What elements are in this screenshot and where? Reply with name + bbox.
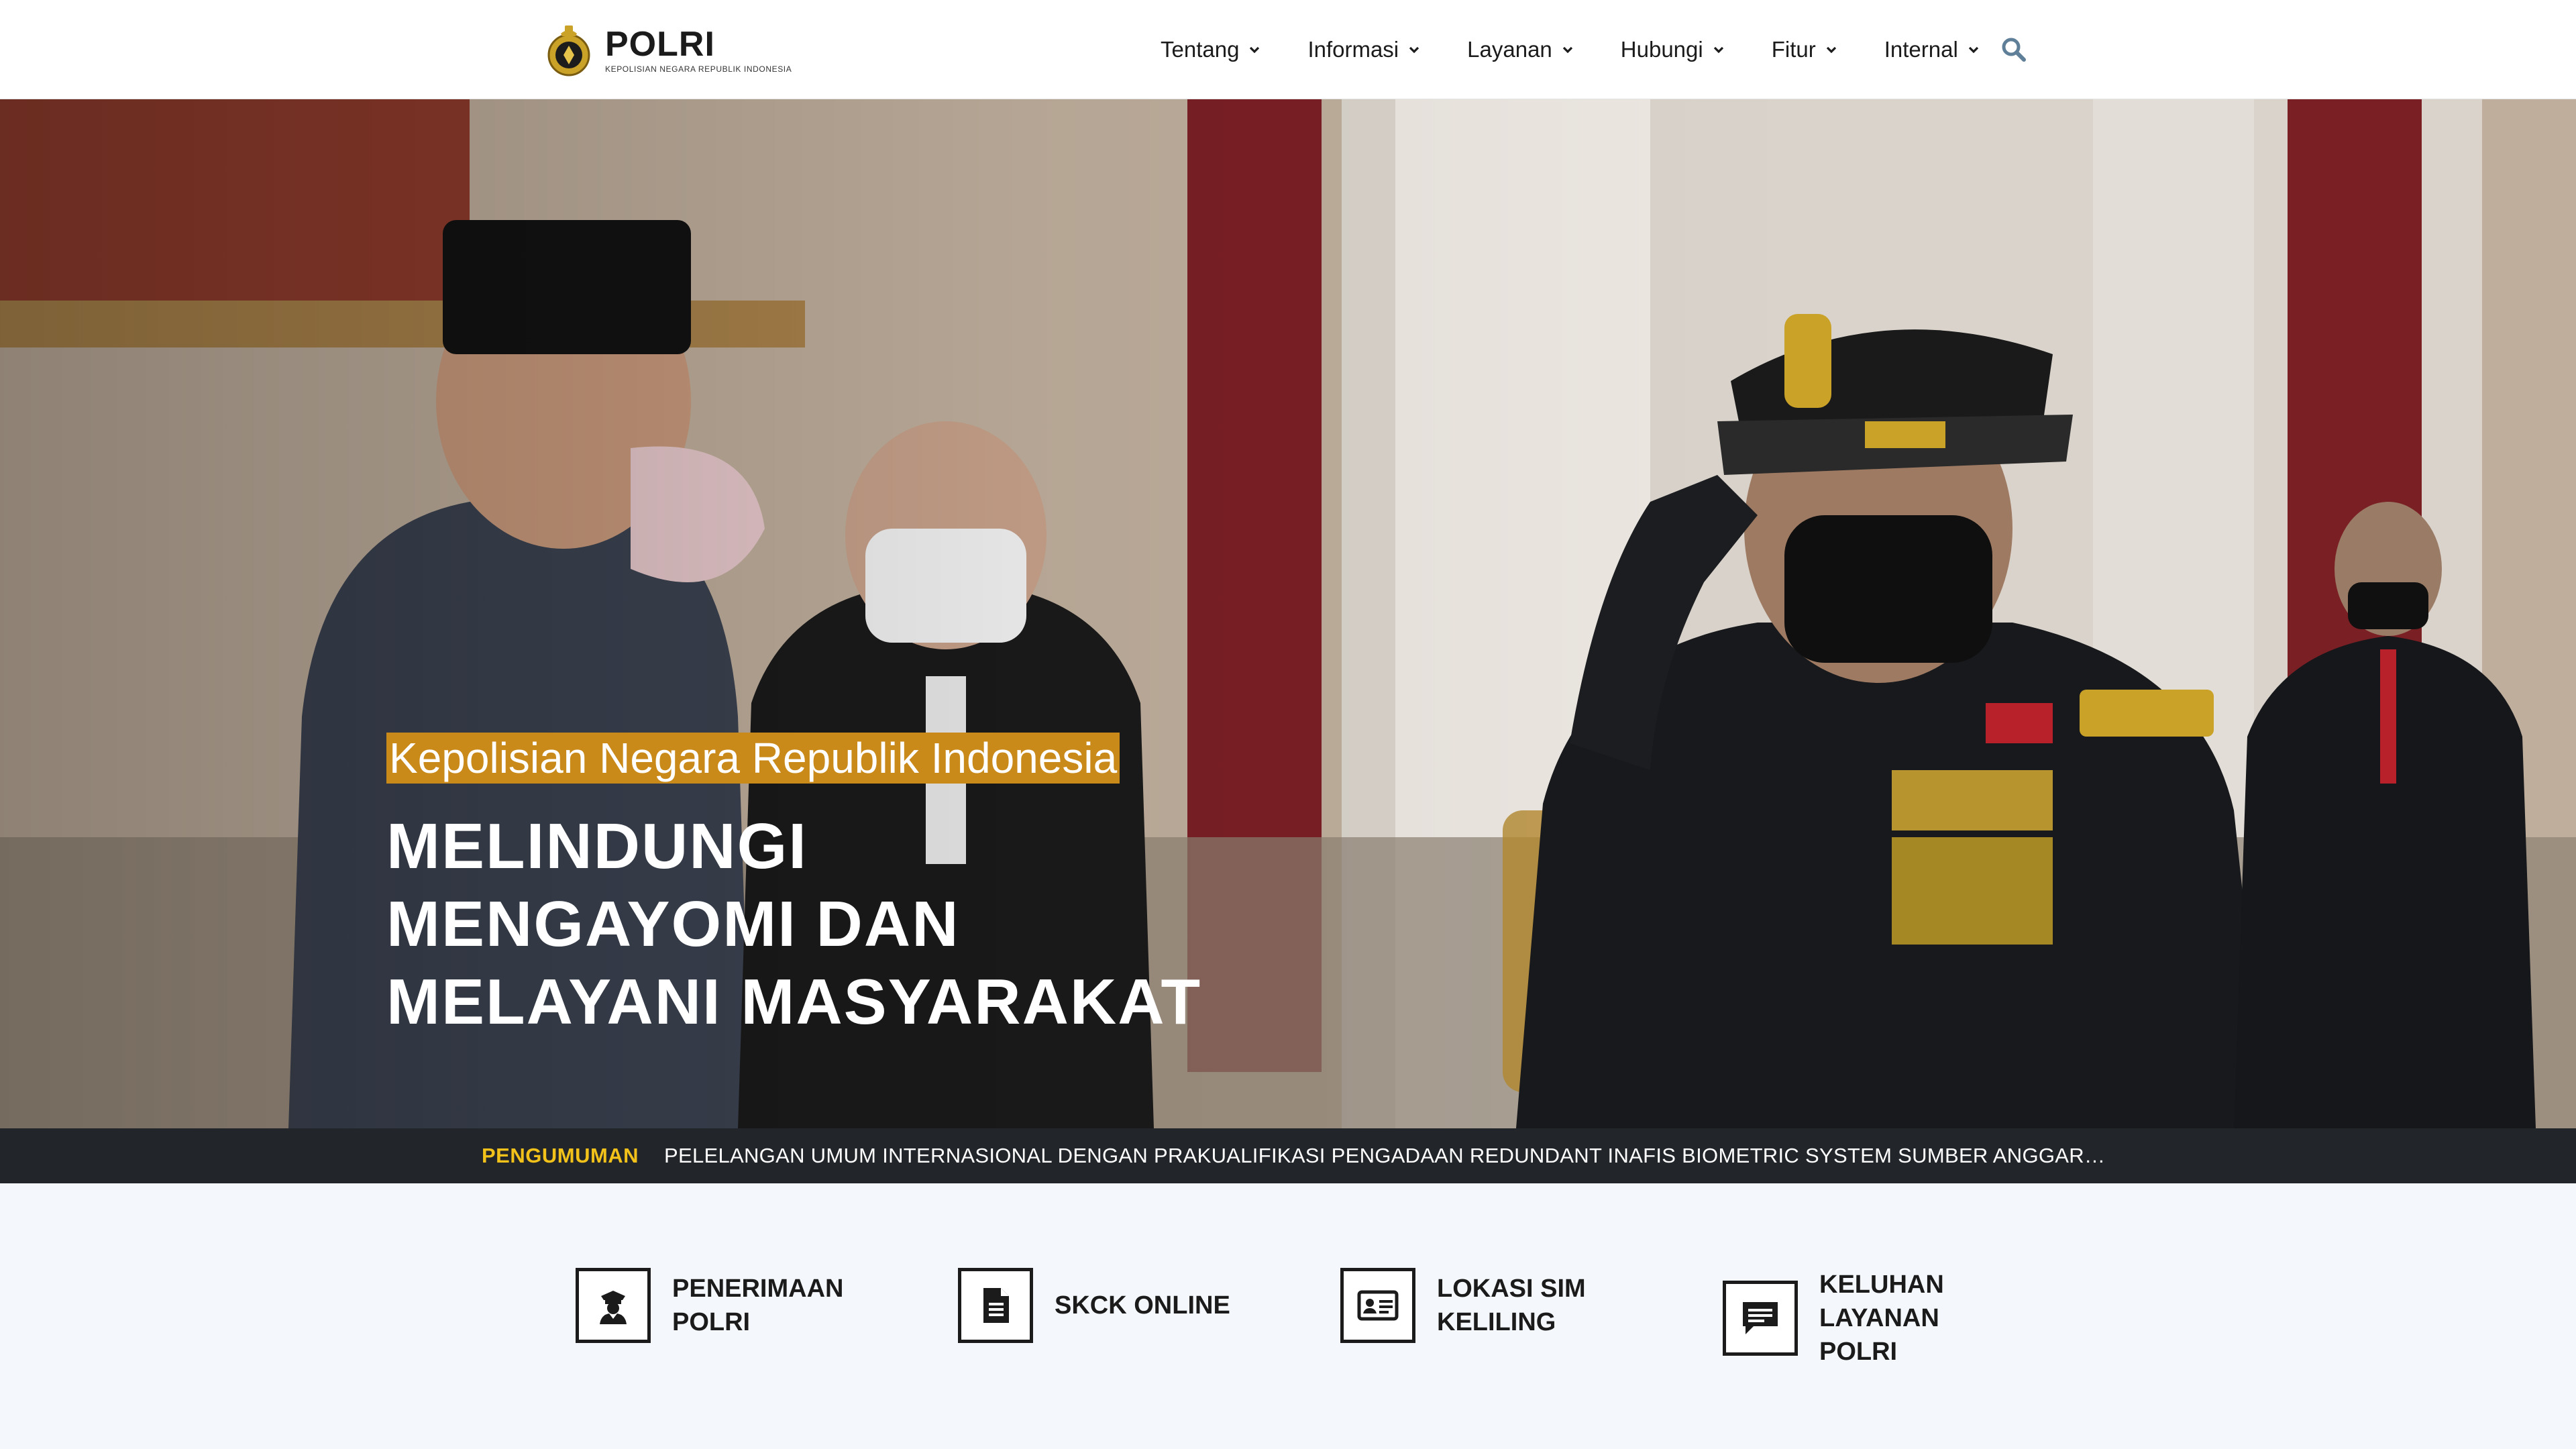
quick-link-icon-box: [1340, 1268, 1415, 1343]
quick-link-label: LOKASI SIM KELILING: [1437, 1272, 1638, 1339]
id-card-icon: [1357, 1290, 1399, 1321]
quick-link-icon-box: [576, 1268, 651, 1343]
hero-title-line: MELINDUNGI: [386, 810, 808, 882]
nav-informasi[interactable]: Informasi: [1307, 37, 1421, 62]
quick-link-line: KELILING: [1437, 1308, 1556, 1336]
quick-link-label: KELUHAN LAYANAN POLRI: [1819, 1268, 2021, 1368]
quick-link-line: LOKASI SIM: [1437, 1275, 1586, 1303]
nav-hubungi[interactable]: Hubungi: [1621, 37, 1726, 62]
nav-label: Fitur: [1771, 37, 1816, 62]
hero-kicker: Kepolisian Negara Republik Indonesia: [386, 733, 1120, 784]
announcement-link[interactable]: PELELANGAN UMUM INTERNASIONAL DENGAN PRA…: [664, 1144, 2113, 1168]
quick-link-label: PENERIMAAN POLRI: [672, 1272, 873, 1339]
logo-subtitle: KEPOLISIAN NEGARA REPUBLIK INDONESIA: [605, 64, 792, 74]
hero-banner: Kepolisian Negara Republik Indonesia MEL…: [0, 99, 2576, 1128]
quick-link-line: LAYANAN POLRI: [1819, 1304, 1939, 1366]
announcement-bar: PENGUMUMAN PELELANGAN UMUM INTERNASIONAL…: [0, 1128, 2576, 1183]
chevron-down-icon: [1968, 46, 1978, 54]
nav-tentang[interactable]: Tentang: [1161, 37, 1262, 62]
chevron-down-icon: [1250, 46, 1260, 54]
quick-links: PENERIMAAN POLRI SKCK ONLINE LOKASI SIM …: [0, 1183, 2576, 1449]
nav-internal[interactable]: Internal: [1884, 37, 1981, 62]
logo-title: POLRI: [605, 25, 715, 64]
quick-link-skck[interactable]: SKCK ONLINE: [958, 1268, 1256, 1343]
search-icon[interactable]: [2000, 36, 2027, 63]
quick-link-line: SKCK ONLINE: [1055, 1291, 1230, 1320]
chevron-down-icon: [1826, 46, 1836, 54]
nav-layanan[interactable]: Layanan: [1467, 37, 1575, 62]
nav-fitur[interactable]: Fitur: [1772, 37, 1839, 62]
nav-label: Internal: [1884, 37, 1958, 62]
quick-link-penerimaan[interactable]: PENERIMAAN POLRI: [576, 1268, 873, 1343]
chevron-down-icon: [1409, 46, 1419, 54]
nav-label: Informasi: [1307, 37, 1399, 62]
hero-title: MELINDUNGI MENGAYOMI DAN MELAYANI MASYAR…: [386, 808, 1258, 1041]
quick-link-line: KELUHAN: [1819, 1271, 1944, 1299]
chevron-down-icon: [1713, 46, 1723, 54]
quick-link-keluhan[interactable]: KELUHAN LAYANAN POLRI: [1723, 1268, 2021, 1368]
quick-link-label: SKCK ONLINE: [1055, 1289, 1256, 1322]
document-icon: [983, 1288, 1009, 1323]
polri-emblem-icon: [547, 25, 590, 76]
quick-link-icon-box: [1723, 1281, 1798, 1356]
main-nav: Tentang Informasi Layanan Hubungi Fitur …: [1161, 0, 2027, 99]
nav-label: Layanan: [1467, 37, 1552, 62]
chevron-down-icon: [1562, 46, 1572, 54]
hero-title-line: MELAYANI MASYARAKAT: [386, 966, 1202, 1038]
quick-link-line: PENERIMAAN: [672, 1275, 844, 1303]
quick-link-lokasi-sim[interactable]: LOKASI SIM KELILING: [1340, 1268, 1638, 1343]
quick-link-line: POLRI: [672, 1308, 751, 1336]
quick-link-icon-box: [958, 1268, 1033, 1343]
polri-logo[interactable]: POLRI KEPOLISIAN NEGARA REPUBLIK INDONES…: [541, 21, 792, 78]
nav-label: Hubungi: [1620, 37, 1703, 62]
site-header: POLRI KEPOLISIAN NEGARA REPUBLIK INDONES…: [0, 0, 2576, 99]
police-officer-icon: [600, 1291, 627, 1324]
chat-bubble-icon: [1743, 1302, 1778, 1334]
announcement-label: PENGUMUMAN: [482, 1144, 639, 1167]
nav-label: Tentang: [1161, 37, 1240, 62]
hero-title-line: MENGAYOMI DAN: [386, 888, 960, 960]
